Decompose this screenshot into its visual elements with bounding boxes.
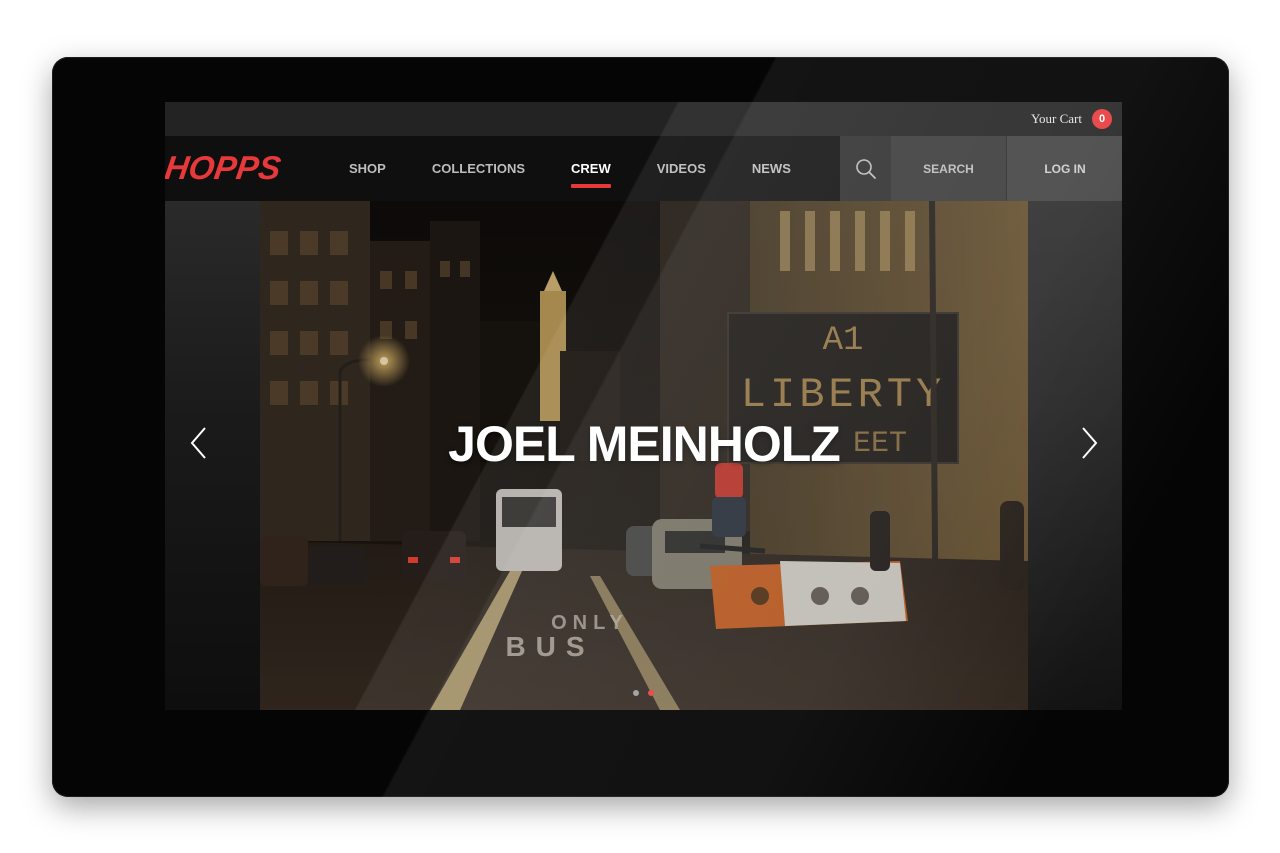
search-icon-button[interactable]: [840, 136, 891, 201]
carousel-next-button[interactable]: [1069, 423, 1109, 463]
hero-title: JOEL MEINHOLZ: [448, 416, 841, 472]
active-nav-underline: [571, 184, 611, 188]
login-button[interactable]: LOG IN: [1006, 136, 1122, 201]
main-navbar: HOPPS SHOP COLLECTIONS CREW VIDEOS NEWS: [165, 136, 1122, 201]
website-screen: Your Cart 0 HOPPS SHOP COLLECTIONS CREW …: [165, 102, 1122, 710]
hero-slide-image: A1 LIBERTY EET ONLY BUS JOEL MEINHOLZ: [260, 201, 1028, 710]
chevron-right-icon: [1082, 427, 1098, 459]
search-icon: [855, 158, 876, 179]
nav-menu: SHOP COLLECTIONS CREW VIDEOS NEWS: [349, 136, 837, 201]
nav-item-label: COLLECTIONS: [431, 161, 526, 176]
search-button[interactable]: SEARCH: [891, 136, 1006, 201]
nav-item-videos[interactable]: VIDEOS: [657, 136, 706, 201]
nav-item-label: NEWS: [751, 161, 791, 176]
carousel-dot[interactable]: [633, 690, 639, 696]
nav-item-crew[interactable]: CREW: [571, 136, 611, 201]
top-utility-bar: Your Cart 0: [165, 102, 1122, 136]
nav-item-news[interactable]: NEWS: [752, 136, 791, 201]
cart-label: Your Cart: [1030, 111, 1082, 126]
carousel-dot-active[interactable]: [648, 690, 654, 696]
nav-item-label: CREW: [571, 161, 611, 176]
cart-count-badge: 0: [1092, 109, 1112, 129]
nav-item-shop[interactable]: SHOP: [349, 136, 386, 201]
nav-item-label: VIDEOS: [656, 161, 706, 176]
nav-item-collections[interactable]: COLLECTIONS: [432, 136, 525, 201]
hero-carousel: A1 LIBERTY EET ONLY BUS JOEL MEINHOLZ: [165, 201, 1122, 710]
carousel-pagination: [165, 690, 1122, 696]
carousel-prev-button[interactable]: [179, 423, 219, 463]
hopps-logo[interactable]: HOPPS: [165, 149, 283, 186]
chevron-left-icon: [190, 427, 206, 459]
nav-item-label: SHOP: [349, 161, 386, 176]
cart-link[interactable]: Your Cart 0: [1031, 102, 1112, 136]
tablet-device: Your Cart 0 HOPPS SHOP COLLECTIONS CREW …: [52, 57, 1229, 797]
